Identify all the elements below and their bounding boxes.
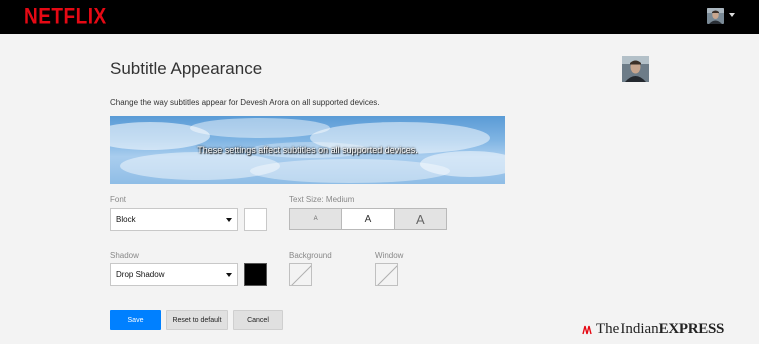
page-title: Subtitle Appearance xyxy=(110,59,263,78)
dropdown-arrow-icon xyxy=(226,273,232,277)
font-label: Font xyxy=(110,195,127,204)
caret-down-icon[interactable] xyxy=(729,13,735,17)
none-diagonal-icon xyxy=(291,265,311,285)
background-label: Background xyxy=(289,251,332,260)
text-size-label: Text Size: Medium xyxy=(289,195,355,204)
top-navigation-bar: NETFLIX xyxy=(0,0,759,34)
cancel-button[interactable]: Cancel xyxy=(233,310,283,330)
text-size-small-button[interactable]: A xyxy=(290,209,343,229)
none-diagonal-icon xyxy=(377,265,397,285)
indian-express-watermark: The Indian EXPRESS xyxy=(581,320,724,338)
shadow-color-swatch[interactable] xyxy=(244,263,267,286)
font-color-swatch[interactable] xyxy=(244,208,267,231)
font-select-value: Block xyxy=(116,215,136,224)
watermark-name: Indian xyxy=(620,320,659,337)
netflix-logo[interactable]: NETFLIX xyxy=(24,5,107,30)
save-button[interactable]: Save xyxy=(110,310,161,330)
background-color-swatch[interactable] xyxy=(289,263,312,286)
watermark-prefix: The xyxy=(596,320,620,337)
shadow-select[interactable]: Drop Shadow xyxy=(110,263,238,286)
express-logo-icon xyxy=(582,325,592,335)
shadow-label: Shadow xyxy=(110,251,139,260)
subtitle-preview: These settings affect subtitles on all s… xyxy=(110,116,505,184)
dropdown-arrow-icon xyxy=(226,218,232,222)
profile-avatar-icon[interactable] xyxy=(707,8,724,24)
text-size-medium-button[interactable]: A xyxy=(342,209,395,229)
page-description: Change the way subtitles appear for Deve… xyxy=(110,98,380,107)
text-size-selector: A A A xyxy=(289,208,447,230)
shadow-select-value: Drop Shadow xyxy=(116,270,165,279)
window-color-swatch[interactable] xyxy=(375,263,398,286)
watermark-suffix: EXPRESS xyxy=(658,320,725,337)
preview-subtitle-text: These settings affect subtitles on all s… xyxy=(197,145,418,155)
text-size-large-button[interactable]: A xyxy=(394,209,446,229)
profile-avatar-icon xyxy=(622,56,649,82)
window-label: Window xyxy=(375,251,404,260)
reset-to-default-button[interactable]: Reset to default xyxy=(166,310,228,330)
font-select[interactable]: Block xyxy=(110,208,238,231)
